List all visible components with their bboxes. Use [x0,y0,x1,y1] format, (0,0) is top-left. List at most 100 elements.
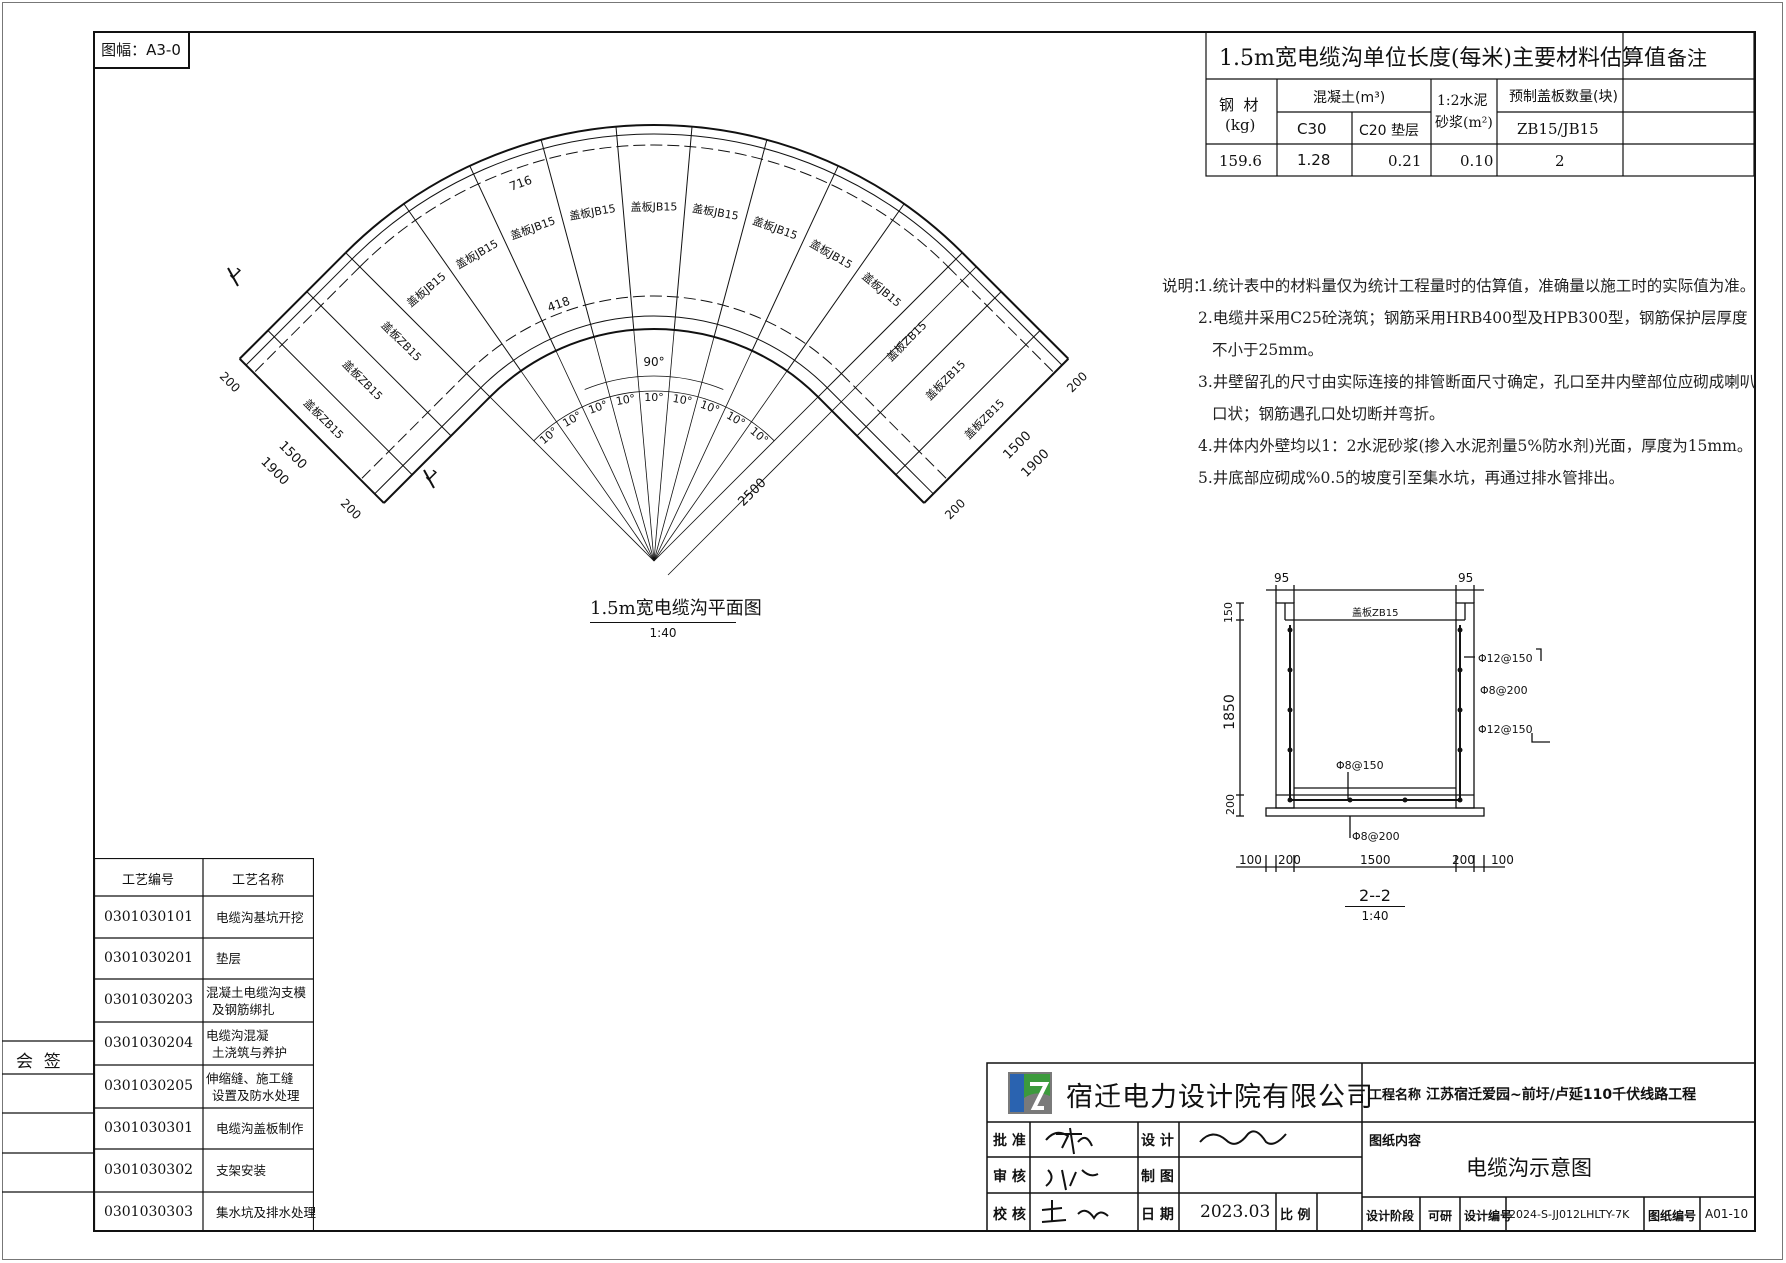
section-dim-200-left: 200 [1278,853,1301,867]
design-no-value: 2024-S-JJ012LHLTY-7K [1509,1208,1630,1221]
process-name-line-2: 土浇筑与养护 [212,1044,288,1060]
note-line-2: 2.电缆井采用C25砼浇筑；钢筋采用HRB400型及HPB300型，钢筋保护层厚… [1198,309,1748,327]
process-name-line-1: 电缆沟混凝 [206,1027,269,1043]
process-name-line-1: 电缆沟盖板制作 [216,1121,304,1136]
mortar-header-1: 1:2水泥 [1437,93,1488,109]
process-code: 0301030101 [103,909,194,925]
company-logo [1006,1068,1056,1116]
content-label: 图纸内容 [1369,1134,1422,1149]
check-label: 校 核 [993,1207,1026,1223]
section-dim-100-left: 100 [1239,853,1262,867]
section-rebar-5: Φ8@200 [1352,830,1400,843]
section-dim-1850: 1850 [1221,694,1238,730]
stage-label: 设计阶段 [1366,1209,1415,1223]
c30-header: C30 [1297,120,1327,138]
material-table: 1.5m宽电缆沟单位长度(每米)主要材料估算值 备注 钢 材 (kg) 混凝土(… [1205,32,1755,177]
design-label: 设 计 [1141,1133,1174,1149]
process-code: 0301030302 [103,1162,194,1178]
process-name-line-1: 垫层 [216,951,242,966]
value-steel: 159.6 [1219,152,1262,170]
process-header-name: 工艺名称 [232,873,285,888]
section-dim-1500: 1500 [1360,853,1391,867]
ratio-label: 比 例 [1280,1208,1311,1223]
note-line-4: 3.井壁留孔的尺寸由实际连接的排管断面尺寸确定，孔口至井内壁部位应砌成喇叭 [1198,373,1756,391]
sign-box: 会 签 [2,1040,94,1232]
process-code: 0301030303 [103,1204,194,1220]
process-name: 集水坑及排水处理 [206,1192,322,1232]
section-dim-200-right: 200 [1452,853,1475,867]
value-c30: 1.28 [1297,151,1331,169]
cover-sub-header: ZB15/JB15 [1517,120,1599,138]
project-name: 江苏宿迁爱园~前圩/卢延110千伏线路工程 [1426,1087,1697,1103]
note-line-1: 1.统计表中的材料量仅为统计工程量时的估算值，准确量以施工时的实际值为准。 [1198,277,1756,295]
section-dim-200-v: 200 [1224,794,1237,815]
value-c20: 0.21 [1388,152,1422,170]
content-value: 电缆沟示意图 [1466,1156,1592,1180]
process-name-line-2: 设置及防水处理 [212,1087,300,1103]
process-name: 混凝土电缆沟支模 及钢筋绑扎 [206,979,312,1022]
company-name: 宿迁电力设计院有限公司 [1066,1082,1374,1113]
draw-label: 制 图 [1141,1169,1174,1185]
process-code: 0301030204 [103,1035,194,1051]
value-cover: 2 [1555,152,1565,170]
section-dim-100-right: 100 [1491,853,1514,867]
process-name-line-1: 伸缩缝、施工缝 [206,1070,294,1086]
process-name: 电缆沟基坑开挖 [206,896,322,938]
section-title: 2--2 1:40 [1345,886,1405,923]
process-name: 电缆沟混凝 土浇筑与养护 [206,1022,312,1065]
section-title-text: 2--2 [1345,886,1405,907]
section-cover-label: 盖板ZB15 [1352,608,1399,619]
process-name-line-1: 支架安装 [216,1163,267,1178]
process-name-line-1: 集水坑及排水处理 [216,1204,317,1220]
process-code: 0301030201 [103,950,194,966]
process-name-line-1: 电缆沟基坑开挖 [216,909,304,925]
process-name: 支架安装 [206,1149,322,1192]
process-header-code: 工艺编号 [122,873,175,888]
approve-label: 批 准 [993,1133,1026,1149]
process-code: 0301030205 [103,1078,194,1094]
c20-header: C20 垫层 [1359,123,1420,139]
process-name-line-1: 混凝土电缆沟支模 [206,984,307,1000]
material-table-title: 1.5m宽电缆沟单位长度(每米)主要材料估算值 [1219,46,1667,71]
remark-header: 备注 [1667,46,1707,70]
section-scale: 1:40 [1361,909,1389,923]
mortar-header-2: 砂浆(m²) [1435,115,1493,131]
process-name: 电缆沟盖板制作 [206,1108,322,1149]
section-dim-150: 150 [1222,602,1235,623]
note-line-6: 4.井体内外壁均以1：2水泥砂浆(掺入水泥剂量5%防水剂)光面，厚度为15mm。 [1198,437,1753,455]
process-code: 0301030203 [103,992,194,1008]
steel-header-1: 钢 材 [1219,96,1259,114]
sheet-size-text: 图幅：A3-0 [101,41,181,59]
section-dim-95-right: 95 [1458,571,1474,585]
project-label: 工程名称 [1369,1088,1422,1103]
steel-header-2: (kg) [1225,116,1256,134]
plan-view-title-text: 1.5m宽电缆沟平面图 [590,594,762,623]
concrete-header: 混凝土(m³) [1313,90,1386,106]
section-rebar-3: Φ12@150 [1478,723,1533,736]
review-label: 审 核 [993,1169,1026,1185]
date-value: 2023.03 [1200,1202,1271,1222]
cover-header: 预制盖板数量(块) [1509,89,1618,105]
value-mortar: 0.10 [1460,152,1494,170]
section-rebar-1: Φ12@150 [1478,652,1533,665]
note-line-5: 口状；钢筋遇孔口处切断并弯折。 [1212,405,1445,423]
date-label: 日 期 [1141,1207,1174,1223]
drawing-no-value: A01-10 [1705,1207,1749,1221]
drawing-no-label: 图纸编号 [1648,1209,1697,1223]
note-line-3: 不小于25mm。 [1212,341,1324,359]
process-code: 0301030301 [103,1120,194,1136]
sheet-size-label: 图幅：A3-0 [94,33,190,69]
process-name: 垫层 [206,938,322,979]
plan-view-scale: 1:40 [649,626,677,640]
process-name-line-2: 及钢筋绑扎 [212,1001,275,1017]
process-name: 伸缩缝、施工缝 设置及防水处理 [206,1065,312,1108]
sign-box-label: 会 签 [16,1052,61,1072]
company-logo-mark [1008,1072,1052,1114]
process-table: 工艺编号 工艺名称 0301030101 电缆沟基坑开挖 0301030201 垫层 0… [94,858,316,1232]
title-block: 宿迁电力设计院有限公司 工程名称 江苏宿迁爱园~前圩/卢延110千伏线路工程 批… [986,1062,1756,1232]
section-dim-95-left: 95 [1274,571,1290,585]
section-rebar-4: Φ8@150 [1336,759,1384,772]
plan-view-title: 1.5m宽电缆沟平面图 1:40 [590,594,762,640]
note-line-7: 5.井底部应砌成%0.5的坡度引至集水坑，再通过排水管排出。 [1198,469,1625,487]
design-no-label: 设计编号 [1464,1209,1513,1223]
